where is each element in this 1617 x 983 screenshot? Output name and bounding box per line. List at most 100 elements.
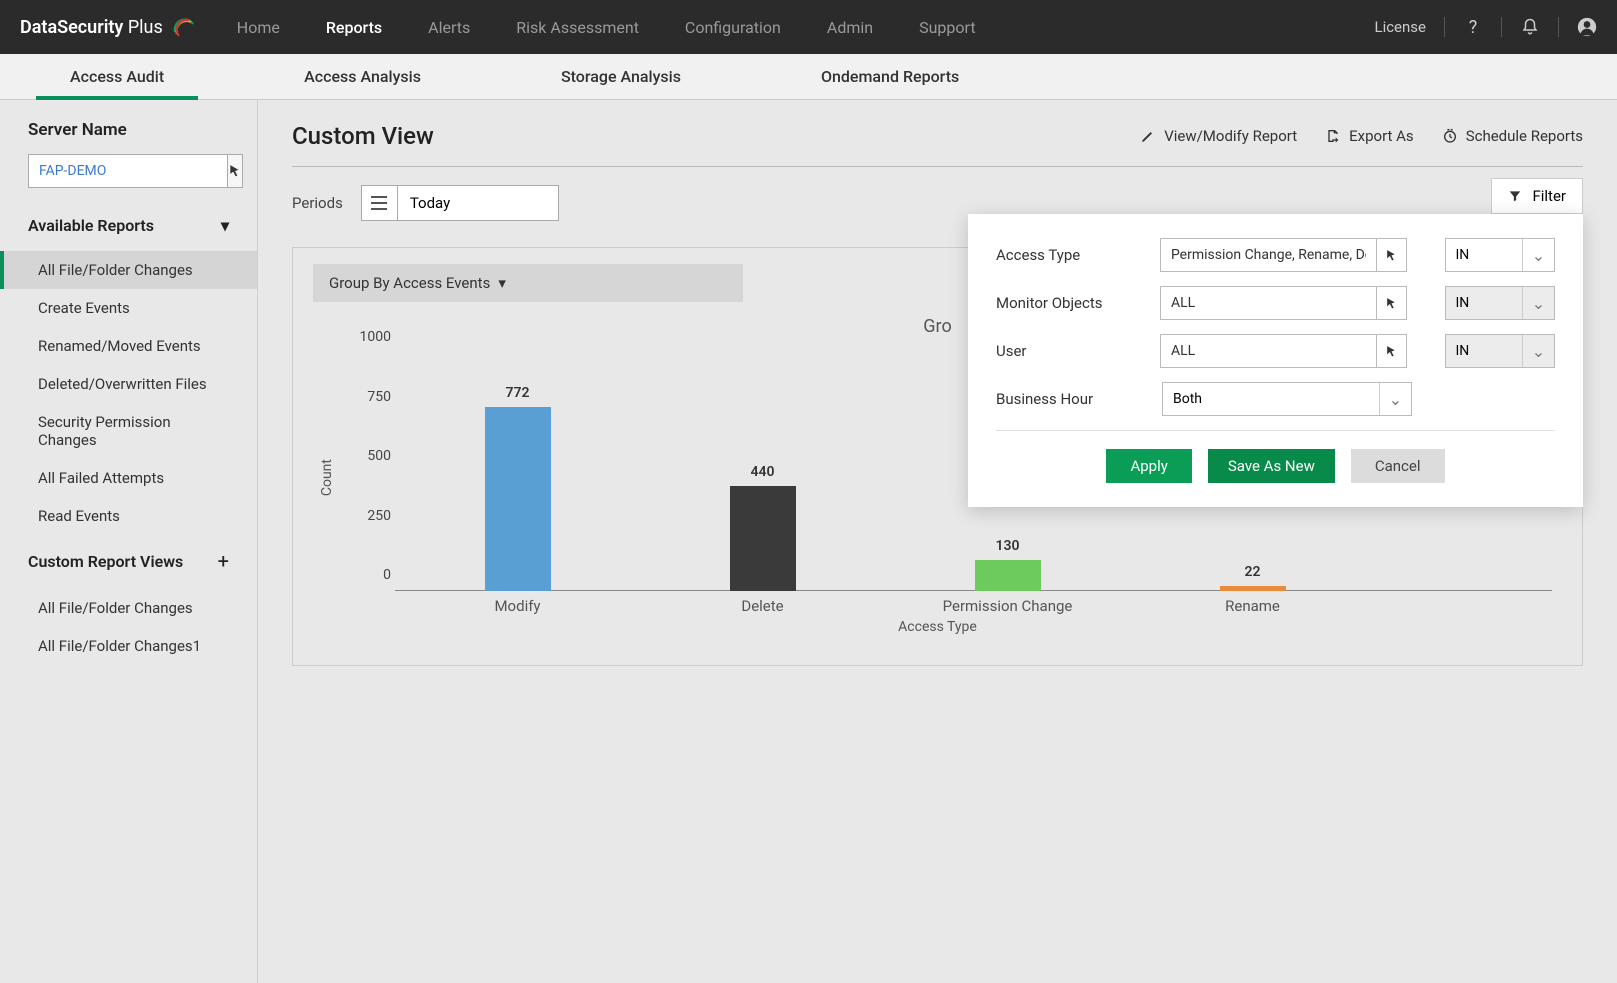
- filter-label-access-type: Access Type: [996, 246, 1144, 264]
- chart-bar[interactable]: [485, 407, 551, 591]
- filter-picker-user[interactable]: [1377, 334, 1407, 368]
- view-modify-report-button[interactable]: View/Modify Report: [1140, 127, 1297, 145]
- sidebar-item-renamed-moved[interactable]: Renamed/Moved Events: [0, 327, 257, 365]
- chart-bar[interactable]: [1220, 586, 1286, 591]
- sidebar-item-all-changes[interactable]: All File/Folder Changes: [0, 251, 257, 289]
- list-icon: [362, 186, 398, 220]
- bell-icon[interactable]: [1520, 17, 1540, 37]
- pencil-icon: [1140, 128, 1156, 144]
- filter-button[interactable]: Filter: [1491, 178, 1583, 214]
- subtab-access-analysis[interactable]: Access Analysis: [234, 54, 491, 99]
- bar-value-label: 130: [948, 538, 1068, 554]
- bar-value-label: 22: [1193, 564, 1313, 580]
- filter-row-monitor-objects: Monitor Objects IN ⌄: [996, 286, 1555, 320]
- view-modify-label: View/Modify Report: [1164, 127, 1297, 145]
- periods-label: Periods: [292, 194, 343, 212]
- filter-divider: [996, 430, 1555, 431]
- subtab-access-audit[interactable]: Access Audit: [0, 54, 234, 99]
- periods-value: Today: [398, 186, 558, 220]
- filter-label-user: User: [996, 342, 1144, 360]
- filter-panel: Access Type IN ⌄ Monitor Objects IN: [968, 214, 1583, 507]
- y-tick: 250: [341, 508, 391, 524]
- server-name-label: Server Name: [0, 120, 257, 154]
- sidebar-item-create-events[interactable]: Create Events: [0, 289, 257, 327]
- caret-down-icon: ▾: [221, 216, 229, 235]
- bar-value-label: 440: [703, 464, 823, 480]
- export-as-button[interactable]: Export As: [1325, 127, 1414, 145]
- subtabs: Access Audit Access Analysis Storage Ana…: [0, 54, 1617, 100]
- nav-admin[interactable]: Admin: [827, 18, 873, 37]
- sidebar-item-custom-1[interactable]: All File/Folder Changes1: [0, 627, 257, 665]
- sidebar-item-read-events[interactable]: Read Events: [0, 497, 257, 535]
- chevron-down-icon: ⌄: [1379, 383, 1411, 415]
- filter-picker-access-type[interactable]: [1377, 238, 1407, 272]
- brand-strong: DataSecurity: [20, 17, 123, 38]
- server-name-input[interactable]: [28, 154, 228, 188]
- nav-support[interactable]: Support: [919, 18, 975, 37]
- user-avatar-icon[interactable]: [1577, 17, 1597, 37]
- group-by-dropdown[interactable]: Group By Access Events ▾: [313, 264, 743, 302]
- group-by-label: Group By Access Events: [329, 274, 490, 292]
- filter-row-business-hour: Business Hour Both ⌄: [996, 382, 1555, 416]
- nav-home[interactable]: Home: [237, 18, 280, 37]
- nav-alerts[interactable]: Alerts: [428, 18, 470, 37]
- custom-report-views-header[interactable]: Custom Report Views +: [0, 549, 257, 583]
- y-tick: 0: [341, 567, 391, 583]
- sidebar-item-permission-changes[interactable]: Security Permission Changes: [0, 403, 257, 459]
- y-tick: 1000: [341, 329, 391, 345]
- nav-risk-assessment[interactable]: Risk Assessment: [516, 18, 639, 37]
- license-link[interactable]: License: [1374, 18, 1426, 36]
- filter-operator-monitor-objects[interactable]: IN ⌄: [1445, 286, 1555, 320]
- custom-report-views-label: Custom Report Views: [28, 552, 183, 571]
- sidebar-item-deleted-overwritten[interactable]: Deleted/Overwritten Files: [0, 365, 257, 403]
- filter-operator-user[interactable]: IN ⌄: [1445, 334, 1555, 368]
- filter-actions: Apply Save As New Cancel: [996, 449, 1555, 483]
- subtab-ondemand-reports[interactable]: Ondemand Reports: [751, 54, 1029, 99]
- filter-operator-value: IN: [1446, 287, 1522, 319]
- subtab-storage-analysis[interactable]: Storage Analysis: [491, 54, 751, 99]
- plus-icon[interactable]: +: [218, 549, 229, 573]
- available-reports-label: Available Reports: [28, 216, 154, 235]
- chart-bar[interactable]: [730, 486, 796, 591]
- clock-icon: [1442, 128, 1458, 144]
- brand-swoosh-icon: [171, 14, 197, 40]
- schedule-reports-label: Schedule Reports: [1466, 127, 1583, 145]
- page-title: Custom View: [292, 122, 434, 150]
- cursor-icon: [228, 164, 242, 178]
- server-picker-button[interactable]: [228, 154, 243, 188]
- periods-dropdown[interactable]: Today: [361, 185, 559, 221]
- nav-configuration[interactable]: Configuration: [685, 18, 781, 37]
- filter-input-monitor-objects[interactable]: [1160, 286, 1377, 320]
- filter-input-access-type[interactable]: [1160, 238, 1377, 272]
- sidebar-item-failed-attempts[interactable]: All Failed Attempts: [0, 459, 257, 497]
- chevron-down-icon: ⌄: [1522, 335, 1554, 367]
- nav-reports[interactable]: Reports: [326, 18, 382, 37]
- chevron-down-icon: ⌄: [1522, 287, 1554, 319]
- help-icon[interactable]: ?: [1463, 17, 1483, 37]
- filter-operator-value: IN: [1446, 239, 1522, 271]
- y-tick: 500: [341, 448, 391, 464]
- filter-dropdown-business-hour[interactable]: Both ⌄: [1162, 382, 1412, 416]
- sidebar-item-custom-0[interactable]: All File/Folder Changes: [0, 589, 257, 627]
- sidebar: Server Name Available Reports ▾ All File…: [0, 100, 258, 983]
- x-tick-label: Rename: [1163, 597, 1343, 615]
- cancel-button[interactable]: Cancel: [1351, 449, 1445, 483]
- filter-label-monitor-objects: Monitor Objects: [996, 294, 1144, 312]
- separator: [1558, 17, 1559, 37]
- save-as-new-button[interactable]: Save As New: [1208, 449, 1335, 483]
- y-axis-label: Count: [313, 459, 341, 496]
- filter-button-label: Filter: [1532, 187, 1566, 205]
- caret-down-icon: ▾: [498, 274, 506, 292]
- x-tick-label: Permission Change: [918, 597, 1098, 615]
- brand-logo: DataSecurity Plus: [20, 14, 197, 40]
- server-row: [0, 154, 257, 208]
- schedule-reports-button[interactable]: Schedule Reports: [1442, 127, 1583, 145]
- chart-baseline: [395, 590, 1552, 591]
- body: Server Name Available Reports ▾ All File…: [0, 100, 1617, 983]
- filter-operator-access-type[interactable]: IN ⌄: [1445, 238, 1555, 272]
- apply-button[interactable]: Apply: [1106, 449, 1191, 483]
- filter-input-user[interactable]: [1160, 334, 1377, 368]
- filter-picker-monitor-objects[interactable]: [1377, 286, 1407, 320]
- available-reports-header[interactable]: Available Reports ▾: [0, 216, 257, 245]
- chart-bar[interactable]: [975, 560, 1041, 591]
